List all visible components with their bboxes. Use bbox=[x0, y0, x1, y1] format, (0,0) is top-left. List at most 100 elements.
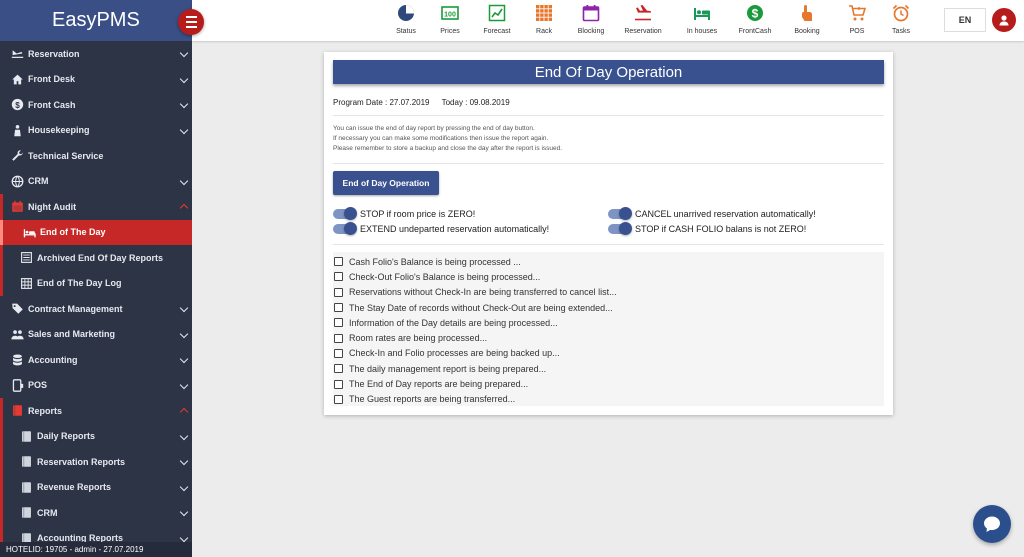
book-icon bbox=[11, 404, 24, 417]
user-avatar[interactable] bbox=[992, 8, 1016, 32]
sidebar-item-archived-end-of-day-reports[interactable]: Archived End Of Day Reports bbox=[0, 245, 192, 271]
plane-landing-icon bbox=[634, 4, 652, 22]
sidebar-item-end-of-the-day[interactable]: End of The Day bbox=[0, 219, 192, 245]
step-checkbox[interactable] bbox=[334, 303, 343, 313]
sidebar-item-night-audit[interactable]: Night Audit bbox=[0, 194, 192, 220]
step-checkbox[interactable] bbox=[334, 257, 343, 267]
toolbar-label: FrontCash bbox=[738, 28, 772, 35]
toolbar-forecast-button[interactable]: Forecast bbox=[475, 4, 519, 35]
chevron-down-icon[interactable] bbox=[179, 329, 189, 338]
chevron-down-icon[interactable] bbox=[179, 431, 189, 440]
end-of-day-panel: End Of Day Operation Program Date : 27.0… bbox=[324, 52, 893, 415]
toggle-switch[interactable] bbox=[608, 222, 632, 235]
step-label: The Stay Date of records without Check-O… bbox=[349, 302, 613, 313]
toggle-stop-zero-price[interactable]: STOP if room price is ZERO! bbox=[333, 207, 475, 220]
chevron-up-icon[interactable] bbox=[179, 203, 189, 213]
step-checkbox[interactable] bbox=[334, 318, 343, 328]
pos-icon bbox=[11, 378, 24, 392]
divider bbox=[333, 163, 884, 164]
grid-icon bbox=[20, 277, 33, 290]
step-label: The daily management report is being pre… bbox=[349, 363, 547, 374]
sidebar-item-front-desk[interactable]: Front Desk bbox=[0, 67, 192, 93]
process-steps-list: Cash Folio's Balance is being processed … bbox=[333, 252, 884, 406]
sidebar-item-reservation[interactable]: Reservation bbox=[0, 41, 192, 67]
toolbar-pos-button[interactable]: POS bbox=[835, 4, 879, 35]
toolbar-prices-button[interactable]: 100 Prices bbox=[428, 4, 472, 35]
chevron-down-icon[interactable] bbox=[179, 125, 189, 134]
user-icon bbox=[999, 15, 1009, 26]
step-checkbox[interactable] bbox=[334, 272, 343, 282]
chat-button[interactable] bbox=[973, 505, 1011, 543]
toolbar-rack-button[interactable]: Rack bbox=[522, 4, 566, 35]
list-icon bbox=[20, 251, 33, 264]
step-checkbox[interactable] bbox=[334, 287, 343, 297]
chevron-down-icon[interactable] bbox=[179, 482, 189, 491]
svg-text:100: 100 bbox=[444, 12, 456, 19]
toggle-label: STOP if CASH FOLIO balans is not ZERO! bbox=[635, 224, 807, 234]
bed-icon bbox=[23, 226, 36, 239]
toolbar-frontcash-button[interactable]: $ FrontCash bbox=[733, 4, 777, 35]
toolbar-label: Prices bbox=[440, 28, 460, 35]
book-icon bbox=[20, 430, 33, 443]
chevron-down-icon[interactable] bbox=[179, 354, 189, 364]
step-label: Check-Out Folio's Balance is being proce… bbox=[349, 271, 541, 282]
sidebar-item-contract-management[interactable]: Contract Management bbox=[0, 296, 192, 322]
toggle-cancel-unarrived[interactable]: CANCEL unarrived reservation automatical… bbox=[608, 207, 816, 220]
process-step: The Guest reports are being transferred.… bbox=[333, 392, 884, 407]
chevron-down-icon[interactable] bbox=[179, 507, 189, 517]
sidebar-item-crm[interactable]: CRM bbox=[0, 500, 192, 526]
process-step: The End of Day reports are being prepare… bbox=[333, 376, 884, 391]
sidebar-item-reservation-reports[interactable]: Reservation Reports bbox=[0, 449, 192, 475]
sidebar-item-revenue-reports[interactable]: Revenue Reports bbox=[0, 474, 192, 500]
hamburger-menu-button[interactable] bbox=[178, 9, 204, 35]
toggle-stop-cash-folio[interactable]: STOP if CASH FOLIO balans is not ZERO! bbox=[608, 222, 807, 235]
step-checkbox[interactable] bbox=[334, 348, 343, 358]
toggle-switch[interactable] bbox=[608, 207, 632, 220]
toggle-switch[interactable] bbox=[333, 222, 357, 235]
process-step: Check-In and Folio processes are being b… bbox=[333, 346, 884, 361]
sidebar-item-accounting[interactable]: Accounting bbox=[0, 347, 192, 373]
language-selector[interactable]: EN bbox=[944, 8, 986, 32]
step-checkbox[interactable] bbox=[334, 394, 343, 404]
sidebar-item-label: CRM bbox=[37, 507, 58, 518]
sidebar-item-reports[interactable]: Reports bbox=[0, 398, 192, 424]
sidebar-item-front-cash[interactable]: $ Front Cash bbox=[0, 92, 192, 118]
sidebar-item-technical-service[interactable]: Technical Service bbox=[0, 143, 192, 169]
chevron-down-icon[interactable] bbox=[179, 176, 189, 185]
sidebar-item-end-of-the-day-log[interactable]: End of The Day Log bbox=[0, 270, 192, 296]
sidebar-item-housekeeping[interactable]: Housekeeping bbox=[0, 118, 192, 144]
step-checkbox[interactable] bbox=[334, 333, 343, 343]
toolbar-blocking-button[interactable]: Blocking bbox=[569, 4, 613, 35]
chevron-up-icon[interactable] bbox=[179, 407, 189, 417]
chevron-down-icon[interactable] bbox=[179, 380, 189, 389]
toolbar-reservation-button[interactable]: Reservation bbox=[621, 4, 665, 35]
toolbar-tasks-button[interactable]: Tasks bbox=[879, 4, 923, 35]
sidebar-item-pos[interactable]: POS bbox=[0, 373, 192, 399]
toolbar-booking-button[interactable]: Booking bbox=[785, 4, 829, 35]
chevron-down-icon[interactable] bbox=[179, 456, 189, 466]
sidebar-item-label: Daily Reports bbox=[37, 431, 96, 442]
top-toolbar: Status 100 Prices Forecast Rack Blocking Reser… bbox=[192, 0, 1024, 41]
calendar-icon bbox=[582, 4, 600, 22]
toggle-switch[interactable] bbox=[333, 207, 357, 220]
toolbar-in-houses-button[interactable]: In houses bbox=[680, 4, 724, 35]
step-checkbox[interactable] bbox=[334, 379, 343, 389]
toolbar-status-button[interactable]: Status bbox=[384, 4, 428, 35]
chevron-down-icon[interactable] bbox=[179, 303, 189, 313]
chevron-down-icon[interactable] bbox=[179, 74, 189, 83]
chevron-down-icon[interactable] bbox=[179, 533, 189, 542]
toggle-extend-undeparted[interactable]: EXTEND undeparted reservation automatica… bbox=[333, 222, 549, 235]
end-of-day-button[interactable]: End of Day Operation bbox=[333, 171, 439, 195]
sidebar-item-sales-and-marketing[interactable]: Sales and Marketing bbox=[0, 322, 192, 348]
price-100-icon: 100 bbox=[441, 4, 459, 22]
sidebar-item-crm[interactable]: CRM bbox=[0, 169, 192, 195]
instruction-line: You can issue the end of day report by p… bbox=[333, 125, 535, 132]
process-step: Cash Folio's Balance is being processed … bbox=[333, 254, 884, 269]
brand-logo[interactable]: EasyPMS bbox=[0, 0, 192, 41]
step-checkbox[interactable] bbox=[334, 364, 343, 374]
process-step: Information of the Day details are being… bbox=[333, 315, 884, 330]
chevron-down-icon[interactable] bbox=[179, 48, 189, 58]
sidebar-item-daily-reports[interactable]: Daily Reports bbox=[0, 423, 192, 449]
process-step: The Stay Date of records without Check-O… bbox=[333, 300, 884, 315]
chevron-down-icon[interactable] bbox=[179, 99, 189, 109]
